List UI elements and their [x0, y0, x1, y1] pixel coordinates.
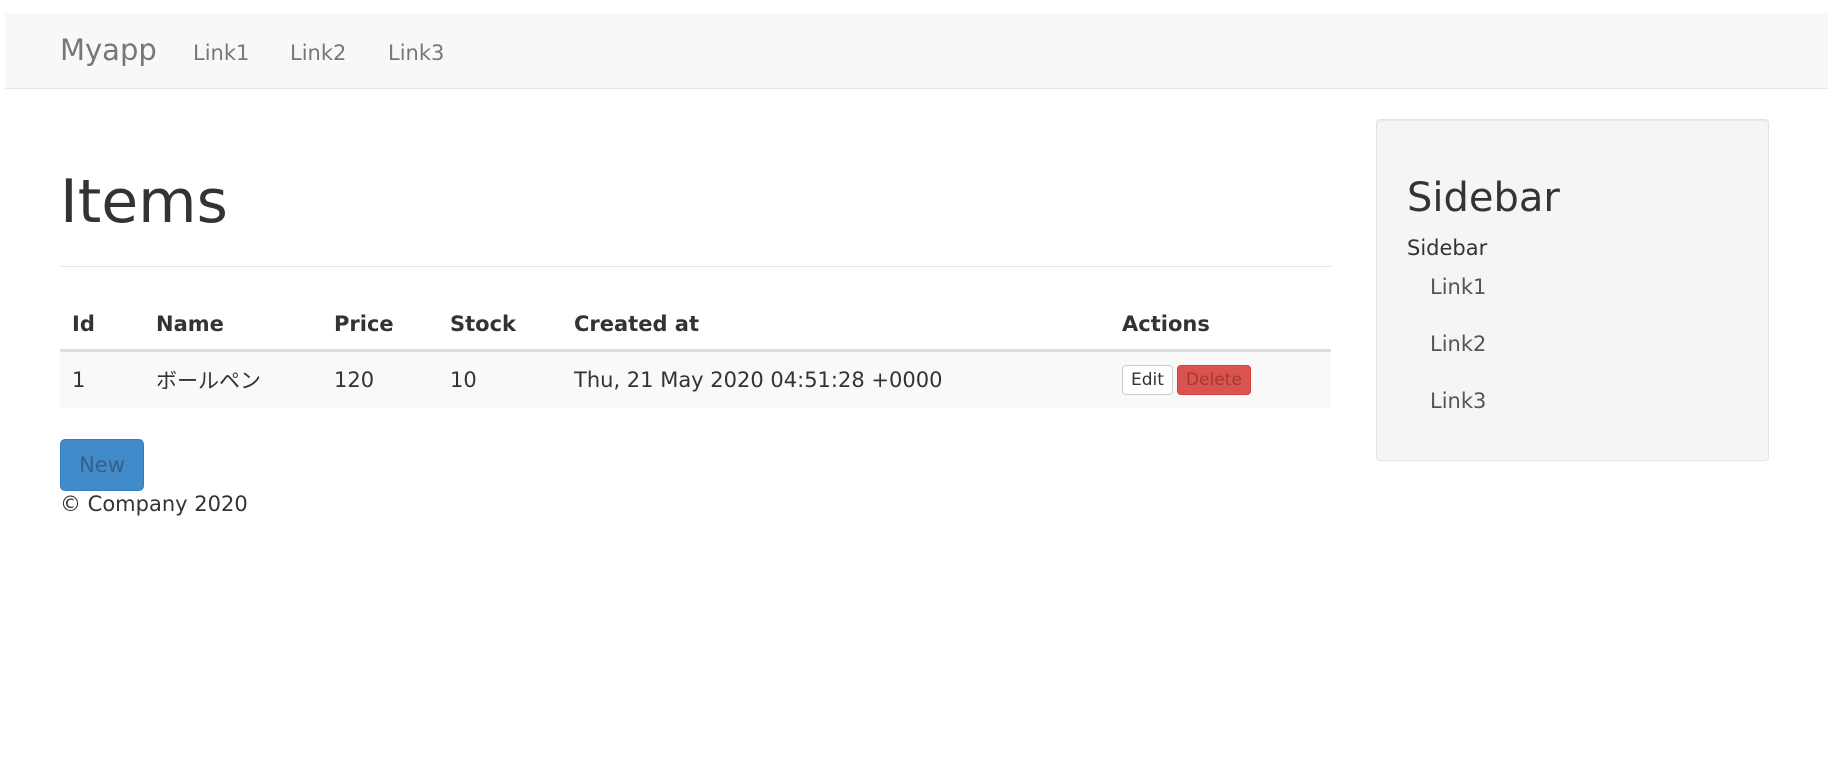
new-item-button[interactable]: New [60, 439, 144, 491]
brand-link[interactable]: Myapp [60, 33, 157, 67]
cell-name: ボールペン [144, 350, 322, 408]
header-name: Name [144, 300, 322, 352]
items-table: Id Name Price Stock Created at Actions 1… [60, 300, 1331, 408]
table-row: 1 ボールペン 120 10 Thu, 21 May 2020 04:51:28… [60, 350, 1331, 408]
sidebar-subtitle: Sidebar [1407, 236, 1488, 260]
sidebar-item-link1: Link1 [1430, 275, 1486, 332]
sidebar-title: Sidebar [1407, 175, 1560, 221]
nav-link-2[interactable]: Link2 [290, 41, 346, 65]
cell-stock: 10 [438, 350, 562, 408]
sidebar-link-3[interactable]: Link3 [1430, 389, 1486, 413]
sidebar-link-list: Link1 Link2 Link3 [1430, 275, 1486, 446]
header-stock: Stock [438, 300, 562, 352]
top-navbar: Myapp Link1 Link2 Link3 [5, 13, 1828, 89]
sidebar-link-2[interactable]: Link2 [1430, 332, 1486, 356]
sidebar-link-1[interactable]: Link1 [1430, 275, 1486, 299]
cell-price: 120 [322, 350, 438, 408]
nav-link-1[interactable]: Link1 [193, 41, 249, 65]
header-price: Price [322, 300, 438, 352]
page-title: Items [60, 167, 228, 237]
header-actions: Actions [1110, 300, 1331, 352]
title-divider [60, 266, 1331, 267]
edit-button[interactable]: Edit [1122, 364, 1173, 395]
cell-created-at: Thu, 21 May 2020 04:51:28 +0000 [562, 350, 1110, 408]
sidebar: Sidebar Sidebar Link1 Link2 Link3 [1376, 119, 1769, 461]
cell-id: 1 [60, 350, 144, 408]
table-header-row: Id Name Price Stock Created at Actions [60, 300, 1331, 352]
sidebar-item-link3: Link3 [1430, 389, 1486, 446]
header-created-at: Created at [562, 300, 1110, 352]
delete-button[interactable]: Delete [1176, 364, 1251, 395]
sidebar-item-link2: Link2 [1430, 332, 1486, 389]
header-id: Id [60, 300, 144, 352]
footer-copyright: © Company 2020 [60, 492, 248, 516]
cell-actions: Edit Delete [1110, 350, 1331, 408]
nav-link-3[interactable]: Link3 [388, 41, 444, 65]
